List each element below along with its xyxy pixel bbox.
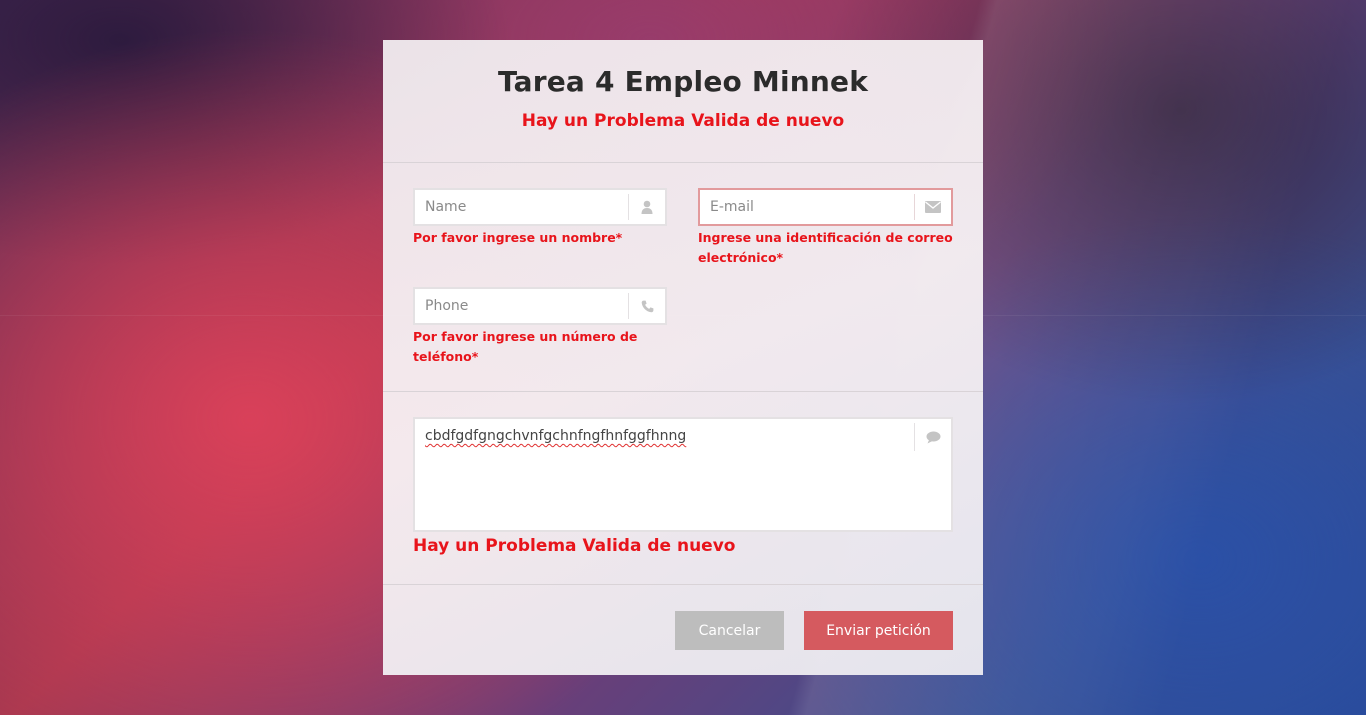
name-field (413, 188, 667, 226)
comment-icon (914, 423, 951, 451)
contact-fields-section: Por favor ingrese un nombre* Ingrese una… (383, 163, 983, 392)
message-section: Hay un Problema Valida de nuevo (383, 392, 983, 585)
phone-field (413, 287, 667, 325)
modal-footer: Cancelar Enviar petición (383, 585, 983, 675)
message-error: Hay un Problema Valida de nuevo (413, 536, 736, 556)
envelope-icon (914, 194, 951, 220)
email-input[interactable] (700, 190, 914, 224)
request-form-modal: Tarea 4 Empleo Minnek Hay un Problema Va… (383, 40, 983, 675)
page-title: Tarea 4 Empleo Minnek (497, 65, 869, 98)
phone-input[interactable] (415, 289, 629, 323)
form-error-banner: Hay un Problema Valida de nuevo (521, 111, 845, 131)
phone-icon (628, 293, 665, 319)
modal-header: Tarea 4 Empleo Minnek Hay un Problema Va… (383, 40, 983, 163)
cancel-button[interactable]: Cancelar (675, 611, 784, 650)
message-textarea[interactable] (415, 419, 913, 530)
email-field (698, 188, 953, 226)
name-input[interactable] (415, 190, 629, 224)
phone-error: Por favor ingrese un número de teléfono* (413, 329, 638, 364)
message-field (413, 417, 953, 532)
submit-request-button[interactable]: Enviar petición (804, 611, 953, 650)
email-error: Ingrese una identificación de correo ele… (698, 230, 953, 265)
name-error: Por favor ingrese un nombre* (413, 230, 623, 245)
user-icon (628, 194, 665, 220)
